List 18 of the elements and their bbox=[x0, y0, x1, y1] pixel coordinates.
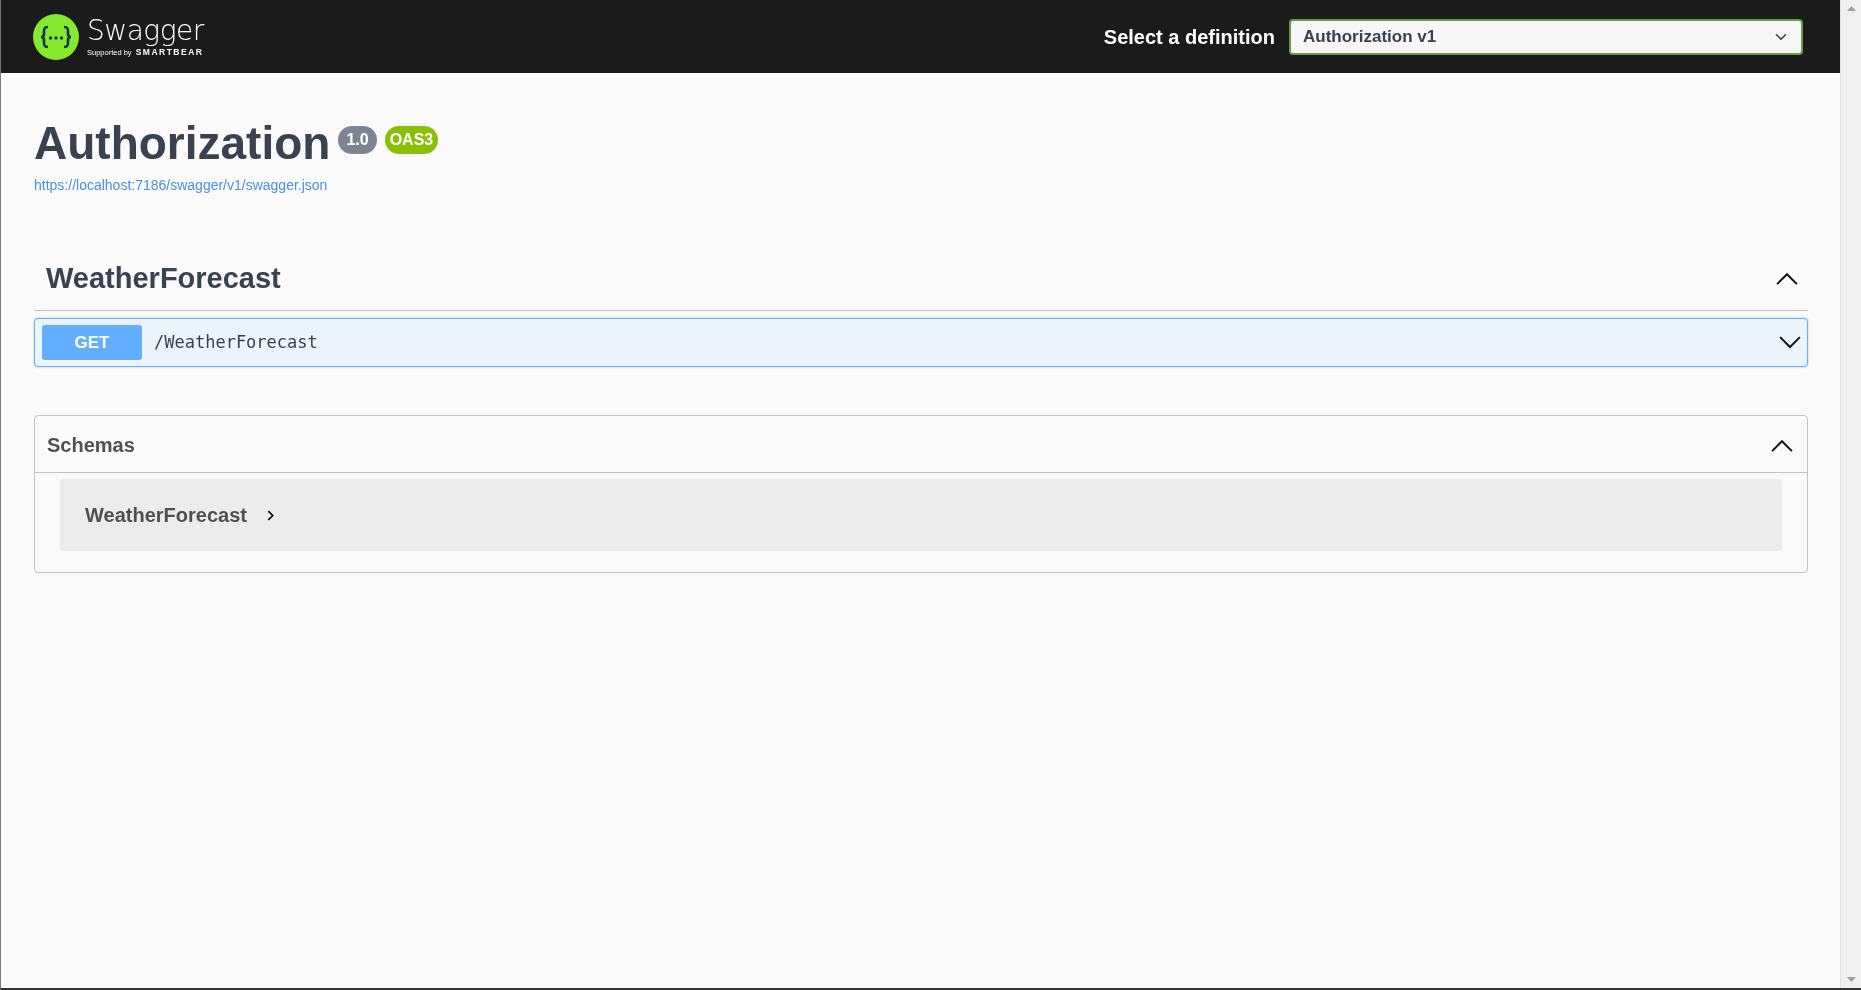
api-title: Authorization bbox=[34, 118, 331, 169]
definition-select[interactable]: Authorization v1 bbox=[1289, 18, 1803, 55]
chevron-icon[interactable] bbox=[1771, 438, 1793, 452]
spec-badge: OAS3 bbox=[384, 126, 439, 154]
endpoint-path: /WeatherForecast bbox=[154, 330, 319, 354]
tag-name: WeatherForecast bbox=[46, 260, 281, 296]
tag-header[interactable]: WeatherForecast bbox=[34, 248, 1808, 312]
model-row[interactable]: WeatherForecast bbox=[60, 479, 1782, 552]
definition-label: Select a definition bbox=[1103, 24, 1275, 50]
logo-icon bbox=[33, 13, 79, 60]
schemas-title[interactable]: Schemas bbox=[47, 430, 135, 461]
chevron-icon[interactable] bbox=[1779, 336, 1801, 350]
chevron-icon[interactable] bbox=[1776, 271, 1798, 285]
logo-brand: SMARTBEAR bbox=[135, 47, 204, 57]
version-badge: 1.0 bbox=[338, 126, 377, 154]
model-name: WeatherForecast bbox=[85, 503, 247, 529]
logo-name: Swagger bbox=[87, 16, 204, 45]
operation-row[interactable]: GET /WeatherForecast bbox=[34, 318, 1808, 368]
